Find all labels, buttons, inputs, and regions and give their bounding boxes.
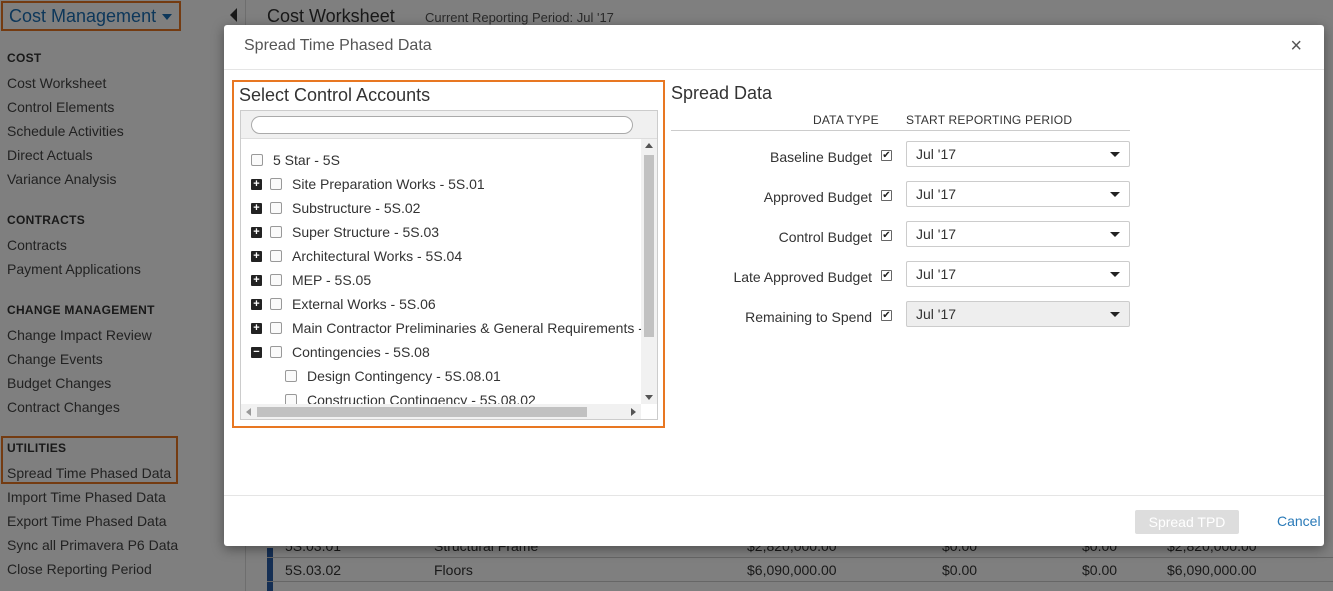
tree-item[interactable]: + Architectural Works - 5S.04 bbox=[251, 245, 462, 267]
start-period-select-disabled: Jul '17 bbox=[906, 301, 1130, 327]
tree-checkbox[interactable] bbox=[270, 250, 282, 262]
scroll-thumb[interactable] bbox=[257, 407, 587, 417]
collapse-icon[interactable]: − bbox=[251, 346, 262, 358]
close-icon[interactable]: × bbox=[1290, 35, 1302, 58]
tree-item-label: Main Contractor Preliminaries & General … bbox=[292, 320, 658, 336]
data-type-checkbox[interactable]: ✔ bbox=[881, 230, 892, 241]
dropdown-arrow-icon bbox=[1110, 312, 1120, 317]
data-type-checkbox[interactable]: ✔ bbox=[881, 270, 892, 281]
data-type-label: Control Budget bbox=[778, 229, 872, 245]
selected-period: Jul '17 bbox=[916, 186, 957, 202]
expand-icon[interactable]: + bbox=[251, 202, 262, 214]
data-type-label: Remaining to Spend bbox=[745, 309, 872, 325]
tree-search-input[interactable] bbox=[251, 116, 633, 134]
expand-icon[interactable]: + bbox=[251, 250, 262, 262]
tree-item[interactable]: + Site Preparation Works - 5S.01 bbox=[251, 173, 485, 195]
tree-checkbox[interactable] bbox=[270, 298, 282, 310]
tree-item[interactable]: + External Works - 5S.06 bbox=[251, 293, 436, 315]
tree-item-label: Architectural Works - 5S.04 bbox=[292, 248, 463, 264]
data-type-checkbox[interactable]: ✔ bbox=[881, 310, 892, 321]
scroll-up-icon[interactable] bbox=[645, 143, 653, 148]
expand-icon[interactable]: + bbox=[251, 178, 262, 190]
spread-data-header: DATA TYPE START REPORTING PERIOD bbox=[671, 111, 1130, 131]
data-type-label: Late Approved Budget bbox=[733, 269, 872, 285]
spread-tpd-button[interactable]: Spread TPD bbox=[1135, 510, 1239, 534]
control-accounts-heading: Select Control Accounts bbox=[239, 85, 431, 105]
dropdown-arrow-icon bbox=[1110, 152, 1120, 157]
scroll-right-icon[interactable] bbox=[631, 408, 636, 416]
data-type-label: Approved Budget bbox=[763, 189, 872, 205]
tree-item-label: External Works - 5S.06 bbox=[292, 296, 436, 312]
tree-checkbox[interactable] bbox=[285, 370, 297, 382]
tree-checkbox[interactable] bbox=[270, 274, 282, 286]
data-type-checkbox[interactable]: ✔ bbox=[881, 150, 892, 161]
tree-checkbox[interactable] bbox=[270, 178, 282, 190]
tree-checkbox[interactable] bbox=[270, 226, 282, 238]
tree-item[interactable]: + MEP - 5S.05 bbox=[251, 269, 371, 291]
tree-item[interactable]: + Substructure - 5S.02 bbox=[251, 197, 420, 219]
spread-data-heading: Spread Data bbox=[671, 83, 773, 103]
tree-item[interactable]: + Super Structure - 5S.03 bbox=[251, 221, 439, 243]
expand-icon[interactable]: + bbox=[251, 322, 262, 334]
selected-period: Jul '17 bbox=[916, 146, 957, 162]
data-type-label: Baseline Budget bbox=[770, 149, 872, 165]
tree-item-label: Site Preparation Works - 5S.01 bbox=[292, 176, 485, 192]
column-header-data-type: DATA TYPE bbox=[813, 113, 879, 127]
selected-period: Jul '17 bbox=[916, 306, 957, 322]
tree-checkbox[interactable] bbox=[270, 322, 282, 334]
tree-horizontal-scrollbar[interactable] bbox=[241, 404, 641, 419]
tree-vertical-scrollbar[interactable] bbox=[641, 139, 657, 404]
tree-item-label: Substructure - 5S.02 bbox=[292, 200, 421, 216]
dialog-footer: Spread TPD Cancel bbox=[224, 495, 1324, 546]
tree-item-label: Design Contingency - 5S.08.01 bbox=[307, 368, 501, 384]
tree-item[interactable]: + Main Contractor Preliminaries & Genera… bbox=[251, 317, 658, 339]
scroll-left-icon[interactable] bbox=[246, 408, 251, 416]
tree-checkbox[interactable] bbox=[251, 154, 263, 166]
tree-item-label: Contingencies - 5S.08 bbox=[292, 344, 430, 360]
tree-item-label: Super Structure - 5S.03 bbox=[292, 224, 440, 240]
tree-item[interactable]: 5 Star - 5S bbox=[251, 149, 340, 171]
tree-item-label: 5 Star - 5S bbox=[273, 152, 340, 168]
start-period-select[interactable]: Jul '17 bbox=[906, 141, 1130, 167]
start-period-select[interactable]: Jul '17 bbox=[906, 261, 1130, 287]
expand-icon[interactable]: + bbox=[251, 274, 262, 286]
expand-icon[interactable]: + bbox=[251, 298, 262, 310]
dropdown-arrow-icon bbox=[1110, 192, 1120, 197]
scroll-down-icon[interactable] bbox=[645, 395, 653, 400]
tree-item[interactable]: Design Contingency - 5S.08.01 bbox=[285, 365, 501, 387]
dialog-title: Spread Time Phased Data bbox=[244, 37, 432, 54]
column-header-start-period: START REPORTING PERIOD bbox=[906, 113, 1073, 127]
spread-tpd-dialog: Spread Time Phased Data × Select Control… bbox=[224, 25, 1324, 546]
dropdown-arrow-icon bbox=[1110, 272, 1120, 277]
control-accounts-panel: Select Control Accounts 5 Star - 5S + Si… bbox=[232, 80, 665, 428]
dropdown-arrow-icon bbox=[1110, 232, 1120, 237]
expand-icon[interactable]: + bbox=[251, 226, 262, 238]
tree-checkbox[interactable] bbox=[270, 202, 282, 214]
dialog-header: Spread Time Phased Data × bbox=[224, 25, 1324, 70]
selected-period: Jul '17 bbox=[916, 226, 957, 242]
cancel-button[interactable]: Cancel bbox=[1277, 513, 1321, 529]
tree-search-bar bbox=[241, 111, 657, 139]
scroll-thumb[interactable] bbox=[644, 155, 654, 337]
tree-item-label: MEP - 5S.05 bbox=[292, 272, 372, 288]
tree-checkbox[interactable] bbox=[270, 346, 282, 358]
start-period-select[interactable]: Jul '17 bbox=[906, 181, 1130, 207]
selected-period: Jul '17 bbox=[916, 266, 957, 282]
control-accounts-tree: 5 Star - 5S + Site Preparation Works - 5… bbox=[240, 110, 658, 420]
data-type-checkbox[interactable]: ✔ bbox=[881, 190, 892, 201]
tree-item[interactable]: − Contingencies - 5S.08 bbox=[251, 341, 430, 363]
start-period-select[interactable]: Jul '17 bbox=[906, 221, 1130, 247]
